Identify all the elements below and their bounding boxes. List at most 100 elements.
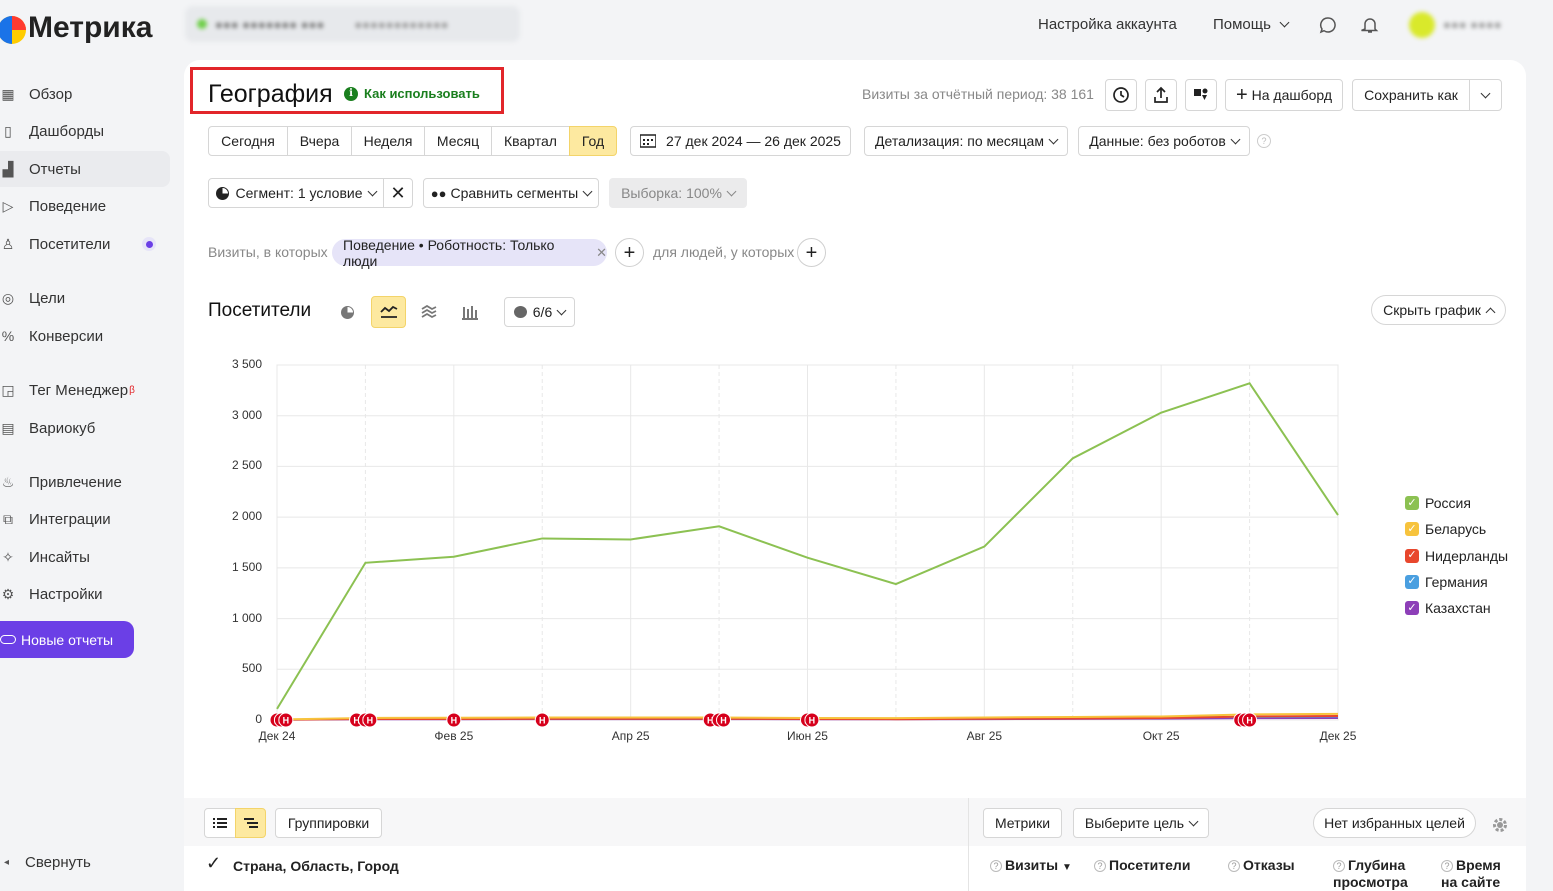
sidebar-item-label: Инсайты <box>29 548 90 566</box>
chevron-down-icon <box>367 186 377 196</box>
sidebar-item-5[interactable]: ◎ Цели <box>0 288 65 308</box>
compare-segments-dropdown[interactable]: ●● Сравнить сегменты <box>423 178 599 208</box>
sidebar-item-10[interactable]: ⧉ Интеграции <box>0 509 111 529</box>
avatar[interactable] <box>1409 12 1435 38</box>
close-icon[interactable]: ✕ <box>596 245 607 261</box>
help-icon: ? <box>1228 860 1240 872</box>
save-as-button[interactable]: Сохранить как <box>1352 79 1470 111</box>
favorite-goals-button[interactable]: Нет избранных целей <box>1313 808 1476 838</box>
legend-item[interactable]: ✓ Россия <box>1405 495 1471 511</box>
shapes-button[interactable] <box>1185 79 1217 111</box>
visits-summary: Визиты за отчётный период: 38 161 <box>862 86 1094 102</box>
history-button[interactable] <box>1105 79 1137 111</box>
col-visitors[interactable]: ? Посетители <box>1094 857 1190 874</box>
sidebar-item-11[interactable]: ✧ Инсайты <box>0 547 90 567</box>
new-reports-label: Новые отчеты <box>21 631 114 648</box>
period-1[interactable]: Вчера <box>287 126 352 156</box>
sidebar-item-4[interactable]: ♙ Посетители <box>0 234 157 254</box>
period-2[interactable]: Неделя <box>351 126 425 156</box>
hide-graph-button[interactable]: Скрыть график <box>1371 295 1506 325</box>
stacked-chart-toggle[interactable] <box>418 301 440 323</box>
flame-icon: ♨ <box>1 473 15 490</box>
sidebar-item-8[interactable]: ▤ Вариокуб <box>0 418 95 438</box>
counter-name: ●●● ●●●●●●● ●●● <box>215 16 325 32</box>
help-menu[interactable]: Помощь <box>1213 16 1290 33</box>
pie-chart-toggle[interactable] <box>336 301 358 323</box>
dimension-header[interactable]: Страна, Область, Город <box>233 858 399 875</box>
sample-dropdown[interactable]: Выборка: 100% <box>609 178 747 208</box>
cube-icon: ▤ <box>1 419 15 436</box>
clock-icon <box>1113 87 1129 103</box>
segment-label: Сегмент: 1 условие <box>235 185 363 201</box>
how-to-use-link[interactable]: i Как использовать <box>344 86 480 101</box>
groupings-button[interactable]: Группировки <box>275 808 382 838</box>
col-visits[interactable]: ? Визиты ▼ <box>990 857 1072 876</box>
chevron-down-icon <box>1279 17 1290 28</box>
date-range-picker[interactable]: 27 дек 2024 — 26 дек 2025 <box>630 126 851 156</box>
series-selector[interactable]: 6/6 <box>504 297 575 327</box>
col-bounces[interactable]: ? Отказы <box>1228 857 1295 874</box>
sidebar-item-6[interactable]: % Конверсии <box>0 326 103 346</box>
segment-dropdown[interactable]: Сегмент: 1 условие <box>208 178 384 208</box>
add-to-dashboard-label: На дашборд <box>1251 87 1333 103</box>
period-4[interactable]: Квартал <box>491 126 570 156</box>
filter-chip[interactable]: Поведение • Роботность: Только люди ✕ <box>332 237 607 269</box>
bar-chart-toggle[interactable] <box>459 301 481 323</box>
chevron-down-icon <box>1230 134 1241 144</box>
calendar-icon <box>640 134 657 148</box>
sort-desc-icon: ▼ <box>1062 862 1072 873</box>
period-5[interactable]: Год <box>569 126 617 156</box>
sidebar-item-0[interactable]: ▦ Обзор <box>0 84 72 104</box>
metrics-button[interactable]: Метрики <box>983 808 1062 838</box>
bell-icon[interactable] <box>1361 16 1379 34</box>
help-icon: ? <box>1094 860 1106 872</box>
sidebar-item-1[interactable]: ▯ Дашборды <box>0 121 104 141</box>
chevron-down-icon <box>1480 88 1491 98</box>
sidebar-item-12[interactable]: ⚙ Настройки <box>0 584 103 604</box>
puzzle-icon: ⧉ <box>3 510 13 527</box>
legend-item[interactable]: ✓ Казахстан <box>1405 600 1491 616</box>
col-time[interactable]: ? Время на сайте <box>1441 857 1513 891</box>
legend-item[interactable]: ✓ Германия <box>1405 574 1488 590</box>
new-reports-toggle[interactable]: Новые отчеты <box>0 621 134 658</box>
period-0[interactable]: Сегодня <box>208 126 288 156</box>
sidebar-item-2[interactable]: ▟ Отчеты <box>0 151 170 187</box>
percent-icon: % <box>1 328 15 344</box>
bar-chart-icon: ▟ <box>2 160 14 177</box>
line-chart-toggle[interactable] <box>371 296 406 328</box>
detail-dropdown[interactable]: Детализация: по месяцам <box>864 126 1068 156</box>
collapse-sidebar-button[interactable]: ◂ Свернуть <box>4 854 91 871</box>
account-settings-link[interactable]: Настройка аккаунта <box>1038 16 1177 33</box>
data-filter-dropdown[interactable]: Данные: без роботов <box>1078 126 1250 156</box>
list-icon <box>213 817 227 828</box>
goal-dropdown[interactable]: Выберите цель <box>1073 808 1209 838</box>
sidebar-item-label: Цели <box>29 289 66 307</box>
export-button[interactable] <box>1145 79 1177 111</box>
legend-item[interactable]: ✓ Беларусь <box>1405 521 1486 537</box>
save-as-dropdown[interactable] <box>1469 79 1502 111</box>
sidebar-item-label: Тег Менеджер <box>29 381 129 399</box>
gear-icon[interactable] <box>1491 816 1509 834</box>
col-depth[interactable]: ? Глубина просмотра <box>1333 857 1418 891</box>
beta-badge: β <box>129 384 135 396</box>
logo[interactable]: Метрика <box>0 10 152 46</box>
sidebar-item-7[interactable]: ◲ Тег Менеджер β <box>0 380 135 400</box>
sidebar-item-9[interactable]: ♨ Привлечение <box>0 472 122 492</box>
help-circle-icon[interactable]: ? <box>1257 134 1271 148</box>
segment-clear-button[interactable]: ✕ <box>383 178 413 208</box>
counter-selector[interactable]: ●●● ●●●●●●● ●●● ●●●●●●●●●●●● <box>185 6 520 42</box>
legend-item[interactable]: ✓ Нидерланды <box>1405 548 1508 564</box>
x-tick-label: Фев 25 <box>434 729 474 743</box>
checkbox-checked-icon: ✓ <box>1405 574 1419 589</box>
y-tick-label: 0 <box>255 712 262 726</box>
tree-view-button[interactable] <box>235 808 266 838</box>
period-3[interactable]: Месяц <box>424 126 492 156</box>
sidebar-item-3[interactable]: ▷ Поведение <box>0 196 106 216</box>
add-visit-condition-button[interactable]: + <box>615 238 644 267</box>
add-to-dashboard-button[interactable]: + На дашборд <box>1225 79 1343 111</box>
checkbox-checked-icon: ✓ <box>1405 601 1419 616</box>
list-view-button[interactable] <box>204 808 236 838</box>
add-people-condition-button[interactable]: + <box>797 238 826 267</box>
chat-icon[interactable] <box>1319 16 1337 34</box>
dimension-checkbox[interactable]: ✓ <box>206 854 222 872</box>
